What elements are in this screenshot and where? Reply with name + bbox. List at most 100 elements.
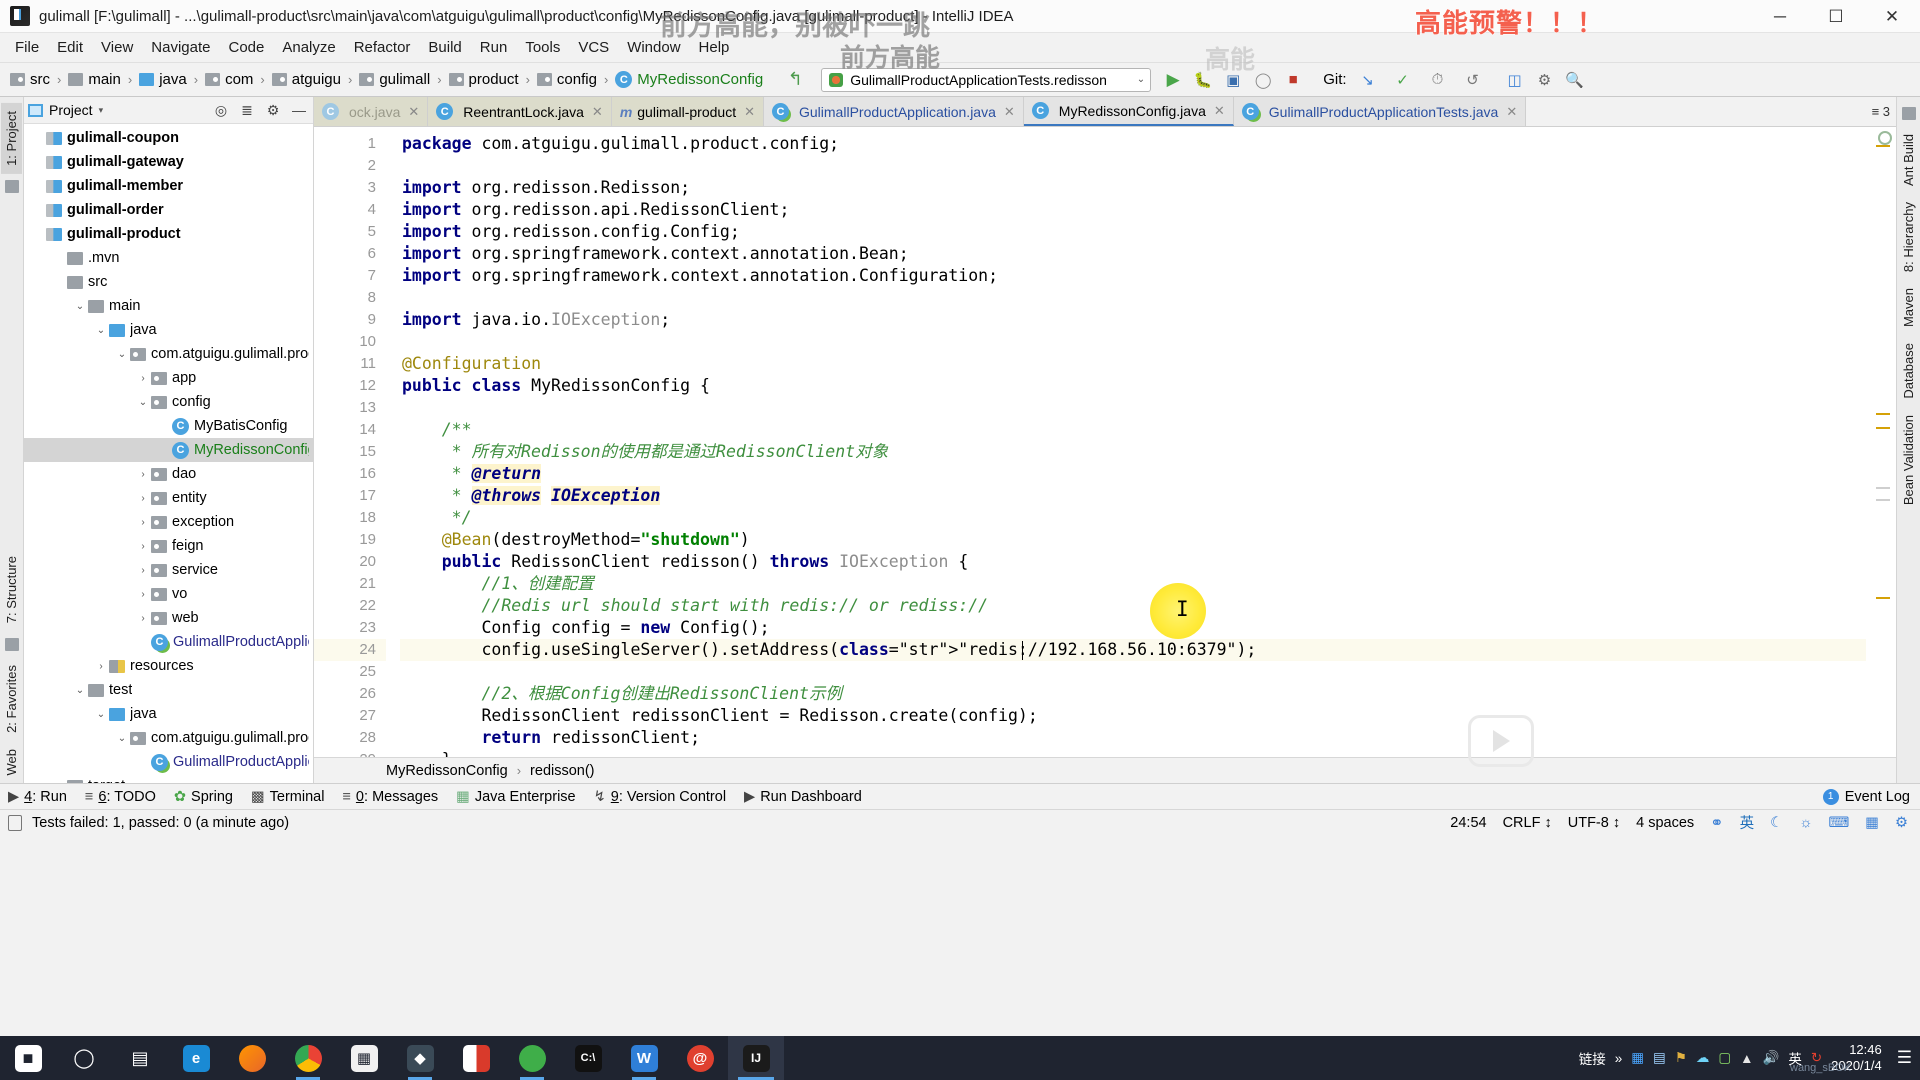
code-folding-strip[interactable] — [386, 127, 400, 757]
tool-button-run[interactable]: ▶ 4: Run — [8, 789, 67, 805]
tool-tab-bean-validation[interactable]: Bean Validation — [1898, 407, 1919, 513]
disclosure-arrow-icon[interactable]: ⌄ — [72, 301, 88, 312]
code-line[interactable]: */ — [400, 507, 1866, 529]
sync-icon[interactable]: ↻ — [1811, 1050, 1822, 1066]
chevron-down-icon[interactable]: ▾ — [99, 105, 104, 116]
code-line[interactable]: /** — [400, 419, 1866, 441]
disclosure-arrow-icon[interactable]: › — [135, 373, 151, 384]
breadcrumb-item-product[interactable]: product — [445, 69, 523, 90]
tree-item-resources[interactable]: › resources — [24, 654, 313, 678]
close-button[interactable]: ✕ — [1864, 0, 1920, 33]
code-line[interactable]: public class MyRedissonConfig { — [400, 375, 1866, 397]
commit-icon[interactable]: ✓ — [1389, 67, 1417, 93]
taskbar-app-firefox[interactable] — [224, 1036, 280, 1080]
editor-tab-myredissonconfig-java[interactable]: C MyRedissonConfig.java ✕ — [1023, 97, 1234, 126]
search-icon[interactable]: ◯ — [56, 1036, 112, 1080]
breadcrumb-method[interactable]: redisson() — [530, 763, 594, 779]
code-line[interactable]: import org.springframework.context.annot… — [400, 243, 1866, 265]
menu-item-tools[interactable]: Tools — [516, 36, 569, 59]
moon-icon[interactable]: ☾ — [1770, 815, 1783, 831]
tree-item-app[interactable]: › app — [24, 366, 313, 390]
menu-item-window[interactable]: Window — [618, 36, 689, 59]
menu-item-help[interactable]: Help — [690, 36, 739, 59]
tree-item-gulimall-order[interactable]: gulimall-order — [24, 198, 313, 222]
settings-icon[interactable]: ⚙ — [1531, 67, 1559, 93]
menu-item-vcs[interactable]: VCS — [569, 36, 618, 59]
code-line[interactable]: import java.io.IOException; — [400, 309, 1866, 331]
taskbar-app-intellij-idea[interactable]: IJ — [728, 1036, 784, 1080]
code-line[interactable] — [400, 287, 1866, 309]
code-line[interactable]: //2、根据Config创建出RedissonClient示例 — [400, 683, 1866, 705]
tree-item-com-atguigu-gulimall-produc[interactable]: ⌄ com.atguigu.gulimall.produc — [24, 726, 313, 750]
screen-icon[interactable]: ▢ — [1718, 1050, 1731, 1066]
close-icon[interactable]: ✕ — [1214, 103, 1225, 119]
code-line[interactable]: return redissonClient; — [400, 727, 1866, 749]
tabs-overflow-button[interactable]: ≡ 3 — [1865, 97, 1896, 126]
menu-item-build[interactable]: Build — [419, 36, 470, 59]
code-line[interactable]: package com.atguigu.gulimall.product.con… — [400, 133, 1866, 155]
disclosure-arrow-icon[interactable]: ⌄ — [93, 325, 109, 336]
code-line[interactable]: config.useSingleServer().setAddress(clas… — [400, 639, 1866, 661]
taskbar-app-foxit-pdf[interactable] — [448, 1036, 504, 1080]
disclosure-arrow-icon[interactable]: ⌄ — [114, 349, 130, 360]
tool-button-spring[interactable]: ✿ Spring — [174, 789, 233, 805]
code-line[interactable]: import org.redisson.config.Config; — [400, 221, 1866, 243]
network-icon[interactable]: ▲ — [1740, 1051, 1753, 1066]
close-icon[interactable]: ✕ — [744, 104, 755, 120]
encoding-selector[interactable]: UTF-8 ↕ — [1568, 815, 1620, 831]
menu-item-edit[interactable]: Edit — [48, 36, 92, 59]
editor-tab-ock-java[interactable]: C ock.java ✕ — [314, 97, 429, 126]
profile-icon[interactable]: ◯ — [1249, 67, 1277, 93]
tree-item-gulimallproductapplicatio[interactable]: C GulimallProductApplicatio — [24, 630, 313, 654]
code-line[interactable]: * @return — [400, 463, 1866, 485]
disclosure-arrow-icon[interactable]: › — [93, 661, 109, 672]
disclosure-arrow-icon[interactable]: › — [135, 469, 151, 480]
tree-item-feign[interactable]: › feign — [24, 534, 313, 558]
menu-item-file[interactable]: File — [6, 36, 48, 59]
cloud-icon[interactable]: ☁ — [1696, 1050, 1710, 1066]
tool-tab-favorites[interactable]: 2: Favorites — [1, 657, 22, 741]
gear-icon[interactable]: ⚙ — [263, 102, 283, 119]
disclosure-arrow-icon[interactable]: ⌄ — [93, 709, 109, 720]
box-icon[interactable]: ▦ — [1631, 1050, 1644, 1066]
tree-item-web[interactable]: › web — [24, 606, 313, 630]
code-line[interactable]: @Bean(destroyMethod="shutdown") — [400, 529, 1866, 551]
keyboard-icon[interactable]: ⌨ — [1828, 815, 1849, 831]
project-tree[interactable]: gulimall-coupon gulimall-gateway gulimall-… — [24, 124, 313, 783]
shield-icon[interactable]: ⚑ — [1675, 1050, 1687, 1066]
code-line[interactable]: import org.redisson.api.RedissonClient; — [400, 199, 1866, 221]
tree-item-java[interactable]: ⌄ java — [24, 702, 313, 726]
close-icon[interactable]: ✕ — [1506, 104, 1517, 120]
breadcrumb-item-java[interactable]: java — [135, 69, 191, 90]
tree-item-src[interactable]: src — [24, 270, 313, 294]
breadcrumb-item-myredissonconfig[interactable]: C MyRedissonConfig — [611, 69, 767, 90]
code-line[interactable]: import org.redisson.Redisson; — [400, 177, 1866, 199]
tree-item-myredissonconfig[interactable]: C MyRedissonConfig — [24, 438, 313, 462]
close-icon[interactable]: ✕ — [592, 104, 603, 120]
code-line[interactable]: RedissonClient redissonClient = Redisson… — [400, 705, 1866, 727]
ime-indicator[interactable]: 英 — [1740, 812, 1755, 833]
tree-item-com-atguigu-gulimall-produc[interactable]: ⌄ com.atguigu.gulimall.produc — [24, 342, 313, 366]
grid-icon[interactable]: ▦ — [1865, 815, 1879, 831]
tree-item-exception[interactable]: › exception — [24, 510, 313, 534]
code-line[interactable] — [400, 155, 1866, 177]
tree-item-mybatisconfig[interactable]: C MyBatisConfig — [24, 414, 313, 438]
tool-tab-maven[interactable]: Maven — [1898, 280, 1919, 335]
taskbar-app-chrome[interactable] — [280, 1036, 336, 1080]
task-view-icon[interactable]: ▤ — [112, 1036, 168, 1080]
code-line[interactable] — [400, 397, 1866, 419]
tree-item-gulimall-product[interactable]: gulimall-product — [24, 222, 313, 246]
editor-marker-bar[interactable] — [1866, 127, 1896, 757]
menu-item-run[interactable]: Run — [471, 36, 517, 59]
tool-button-todo[interactable]: ≡ 6: TODO — [85, 789, 156, 805]
tool-button-run-dashboard[interactable]: ▶ Run Dashboard — [744, 789, 862, 805]
code-line[interactable]: import org.springframework.context.annot… — [400, 265, 1866, 287]
code-line[interactable]: * 所有对Redisson的使用都是通过RedissonClient对象 — [400, 441, 1866, 463]
chevron-down-icon[interactable]: ⌄ — [1137, 74, 1145, 85]
disclosure-arrow-icon[interactable]: › — [135, 541, 151, 552]
code-line[interactable] — [400, 661, 1866, 683]
history-icon[interactable]: ⏱ — [1424, 67, 1452, 93]
close-icon[interactable]: ✕ — [408, 104, 419, 120]
update-project-icon[interactable]: ↘ — [1354, 67, 1382, 93]
taskbar-app-cmd[interactable]: C:\ — [560, 1036, 616, 1080]
